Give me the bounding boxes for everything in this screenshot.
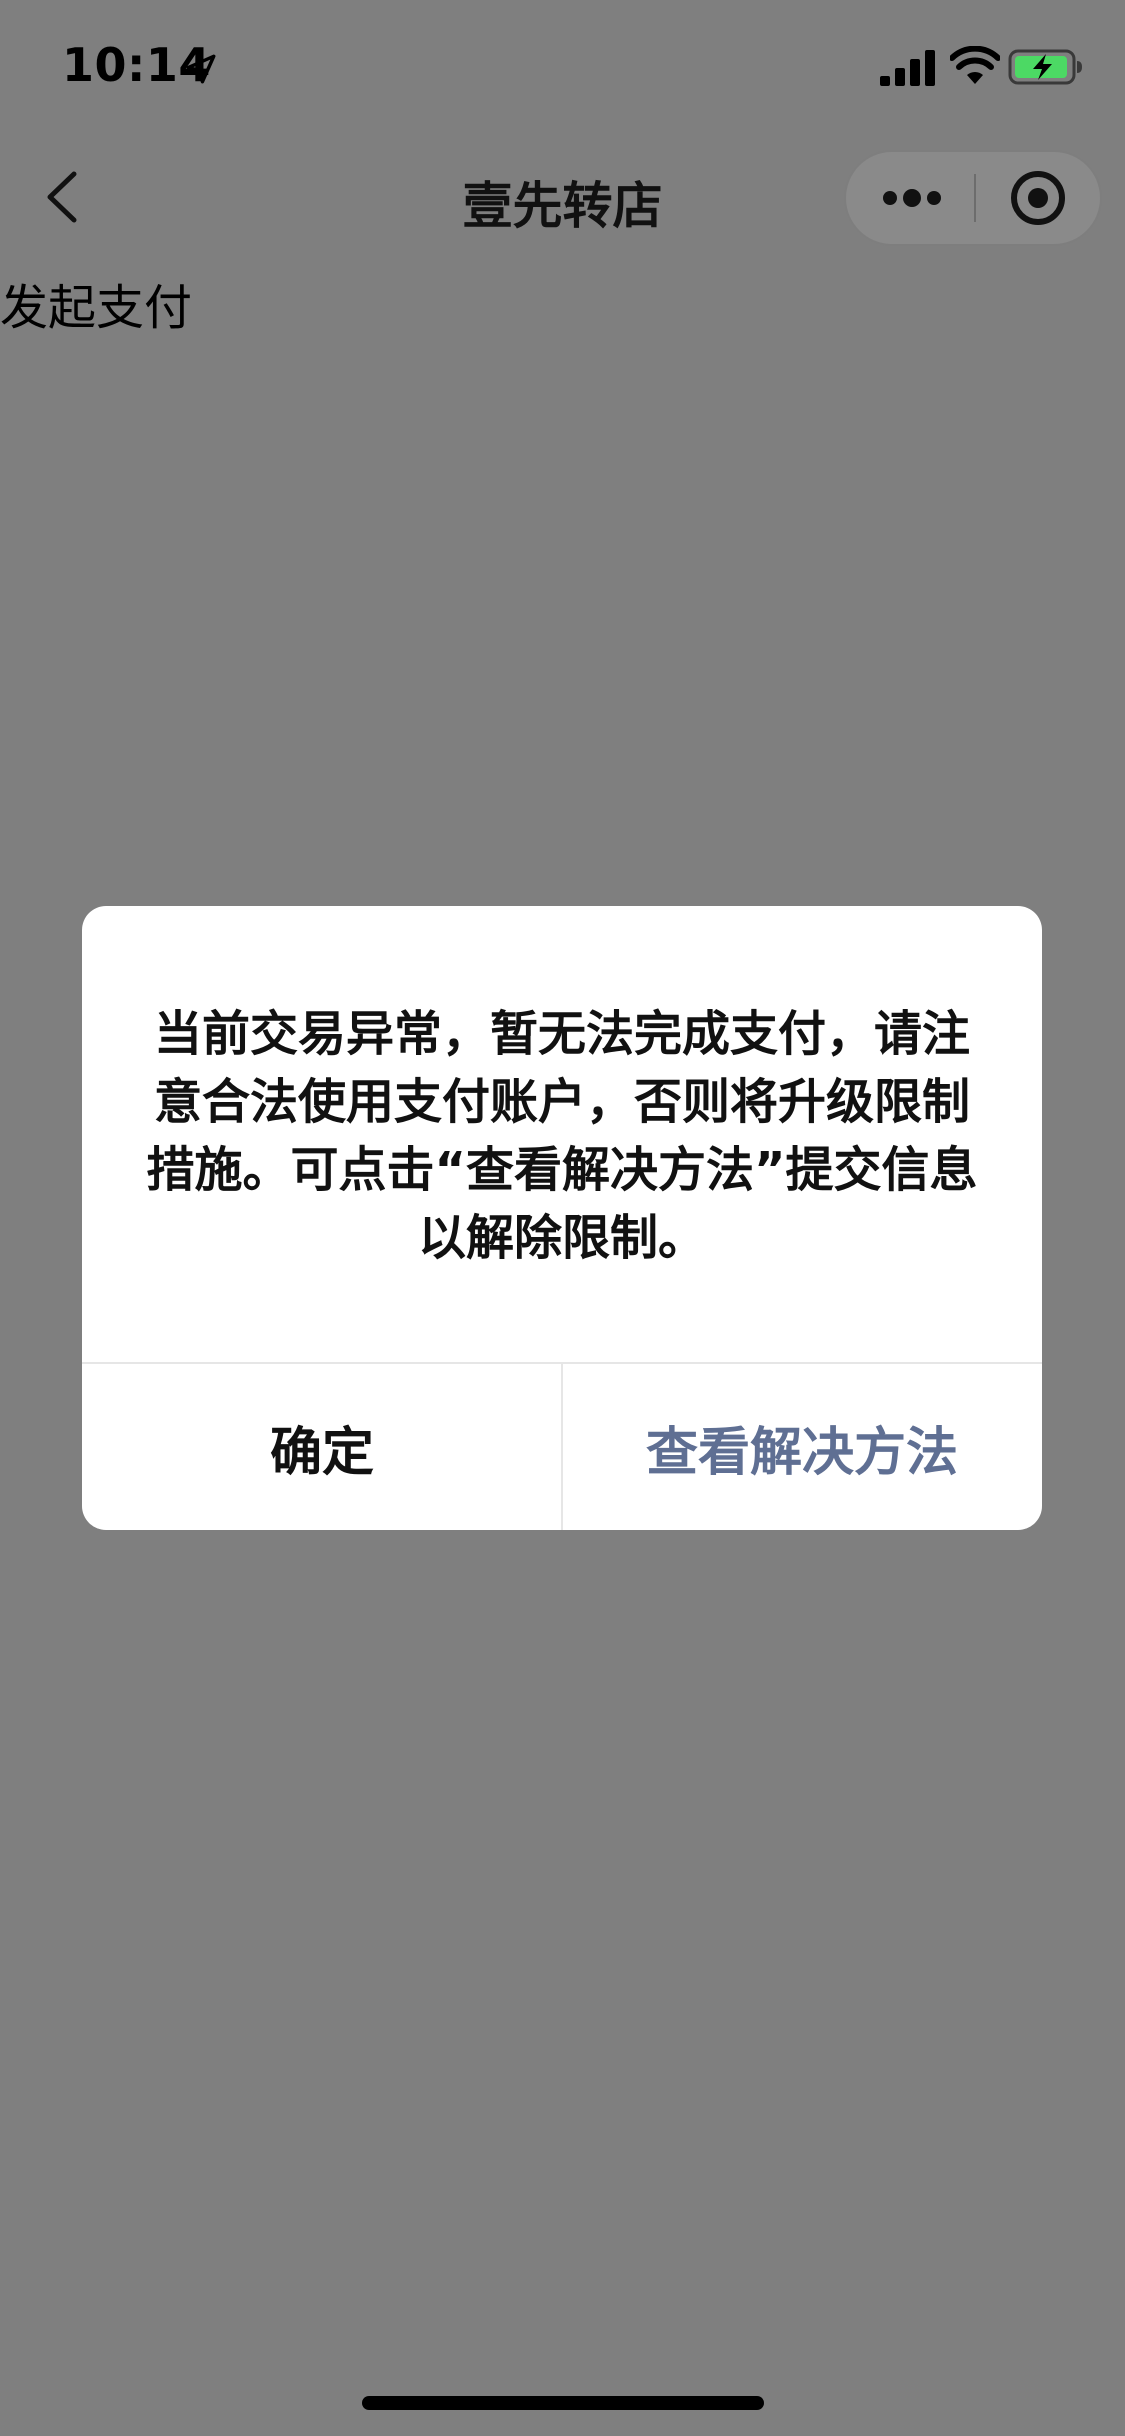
battery-charging-icon — [1008, 49, 1082, 85]
signal-icon — [880, 50, 935, 86]
target-close-icon — [1011, 171, 1065, 225]
more-dots-icon — [883, 189, 941, 207]
dialog-message: 当前交易异常，暂无法完成支付，请注意合法使用支付账户，否则将升级限制措施。可点击… — [146, 1006, 978, 1266]
confirm-button[interactable]: 确定 — [82, 1364, 562, 1530]
more-button[interactable] — [846, 152, 974, 244]
navigation-bar: 壹先转店 — [0, 132, 1125, 264]
close-mini-program-button[interactable] — [976, 152, 1100, 244]
home-indicator[interactable] — [362, 2396, 764, 2410]
view-solution-button[interactable]: 查看解决方法 — [562, 1364, 1042, 1530]
location-arrow-icon — [186, 54, 216, 84]
mini-program-capsule — [844, 150, 1102, 246]
initiate-payment-text: 发起支付 — [0, 280, 193, 336]
wifi-icon — [950, 46, 1000, 84]
payment-error-dialog: 当前交易异常，暂无法完成支付，请注意合法使用支付账户，否则将升级限制措施。可点击… — [82, 906, 1042, 1530]
status-bar: 10:14 — [0, 0, 1125, 132]
